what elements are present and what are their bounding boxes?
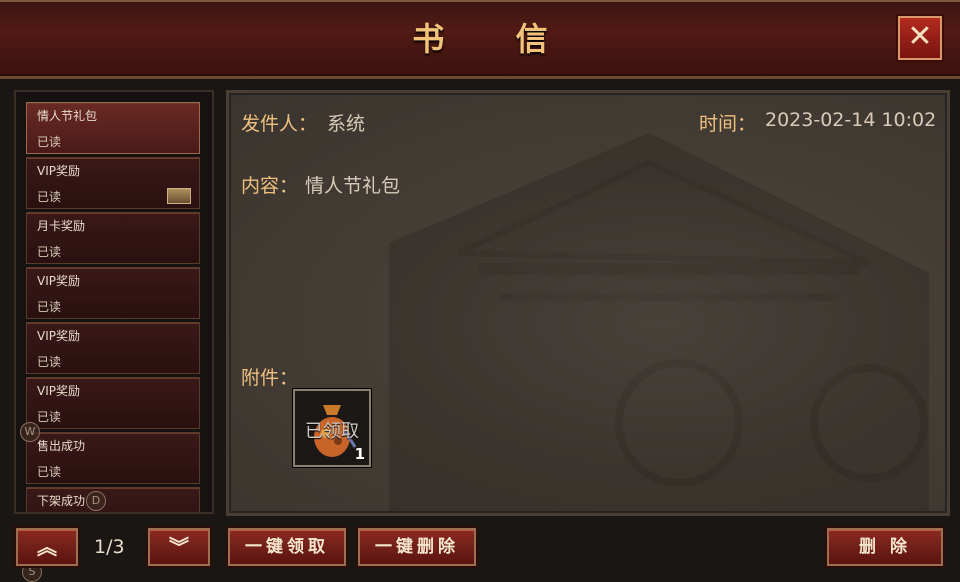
attachment-label: 附件： xyxy=(241,367,299,389)
mail-item-7[interactable]: 售出成功 已读 xyxy=(26,432,200,484)
claimed-label: 已领取 xyxy=(305,421,359,442)
close-icon: ✕ xyxy=(907,19,933,54)
content-value: 情人节礼包 xyxy=(305,175,401,197)
sender-label: 发件人： xyxy=(241,113,318,135)
mail-subject: VIP奖励 xyxy=(37,329,80,343)
mail-detail-panel: 发件人： 系统 时间： 2023-02-14 10:02 内容： 情人节礼包 附… xyxy=(226,90,950,516)
claim-all-button[interactable]: 一键领取 xyxy=(228,528,346,566)
mail-status: 已读 xyxy=(37,355,62,369)
delete-all-button[interactable]: 一键删除 xyxy=(358,528,476,566)
mail-status: 已读 xyxy=(37,300,62,314)
window-title: 书 信 xyxy=(412,20,578,58)
chevron-up-icon: ︽ xyxy=(37,535,57,559)
chevron-down-icon: ︾ xyxy=(169,535,189,559)
content-label: 内容： xyxy=(241,175,299,197)
w-badge: W xyxy=(20,422,40,442)
mail-subject: VIP奖励 xyxy=(37,384,80,398)
page-up-button[interactable]: ︽ xyxy=(16,528,78,566)
attachment-quantity: 1 xyxy=(354,445,365,463)
mail-status: 已读 xyxy=(37,135,62,149)
page-indicator: 1/3 xyxy=(94,536,125,558)
delete-button[interactable]: 删 除 xyxy=(827,528,943,566)
mail-item-8[interactable]: 下架成功 xyxy=(26,487,200,512)
mail-status: 已读 xyxy=(37,190,62,204)
mail-status: 已读 xyxy=(37,410,62,424)
mail-item-5[interactable]: VIP奖励 已读 xyxy=(26,322,200,374)
mail-item-6[interactable]: VIP奖励 已读 xyxy=(26,377,200,429)
d-badge: D xyxy=(86,491,106,511)
attachment-slot[interactable]: 已领取 1 xyxy=(293,389,371,467)
title-bar: 书 信 ✕ xyxy=(0,0,960,79)
treasure-chest-icon xyxy=(167,188,191,204)
mail-subject: 月卡奖励 xyxy=(37,219,86,233)
mail-subject: VIP奖励 xyxy=(37,164,80,178)
mail-status: 已读 xyxy=(37,245,62,259)
mail-subject: 情人节礼包 xyxy=(37,109,98,123)
mail-status: 已读 xyxy=(37,465,62,479)
time-label: 时间： xyxy=(699,113,757,135)
mail-list[interactable]: 情人节礼包 已读 VIP奖励 已读 月卡奖励 已读 VIP奖励 已读 VIP奖励… xyxy=(14,90,214,514)
sender-value: 系统 xyxy=(327,113,366,135)
mail-item-3[interactable]: 月卡奖励 已读 xyxy=(26,212,200,264)
mail-subject: 下架成功 xyxy=(37,494,86,508)
page-down-button[interactable]: ︾ xyxy=(148,528,210,566)
time-value: 2023-02-14 10:02 xyxy=(765,109,937,131)
close-button[interactable]: ✕ xyxy=(898,16,942,60)
mail-item-1[interactable]: 情人节礼包 已读 xyxy=(26,102,200,154)
mail-item-4[interactable]: VIP奖励 已读 xyxy=(26,267,200,319)
mail-subject: VIP奖励 xyxy=(37,274,80,288)
mail-subject: 售出成功 xyxy=(37,439,86,453)
mail-item-2[interactable]: VIP奖励 已读 xyxy=(26,157,200,209)
